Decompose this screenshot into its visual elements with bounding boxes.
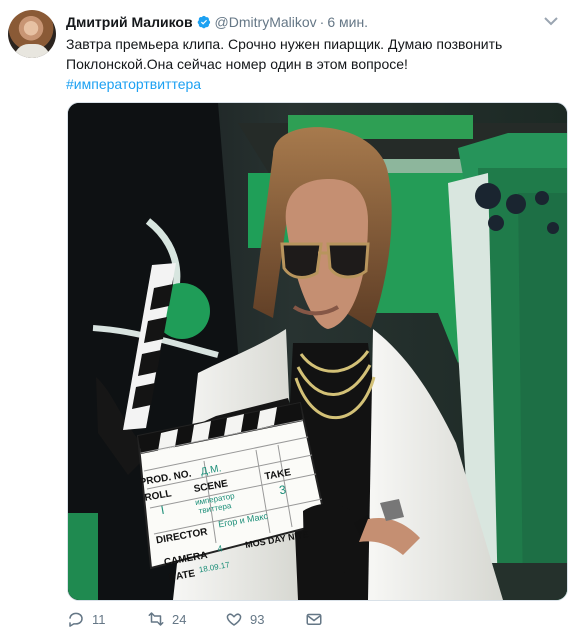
- tweet-photo[interactable]: PROD. NO. Д.М. ROLL SCENE TAKE I императ…: [67, 102, 568, 601]
- tweet-text: Завтра премьера клипа. Срочно нужен пиар…: [66, 34, 546, 94]
- heart-icon: [226, 613, 242, 626]
- retweet-button[interactable]: 24: [147, 610, 186, 628]
- author-avatar[interactable]: [8, 10, 56, 58]
- reply-icon: [69, 612, 83, 627]
- verified-badge-icon: [197, 15, 210, 29]
- chevron-down-icon[interactable]: [542, 12, 560, 30]
- photo-illustration: [68, 103, 567, 600]
- tweet-actions: 11 24 93: [67, 610, 327, 632]
- meta-separator: ·: [319, 14, 325, 30]
- reply-count: 11: [92, 611, 106, 627]
- tweet-header: Дмитрий Маликов @DmitryMalikov · 6 мин.: [66, 12, 566, 32]
- hashtag-link[interactable]: #императортвиттера: [66, 74, 546, 94]
- direct-message-button[interactable]: [305, 610, 323, 628]
- like-button[interactable]: 93: [225, 610, 264, 628]
- tweet-text-line: Поклонской.Она сейчас номер один в этом …: [66, 56, 408, 72]
- like-count: 93: [250, 611, 265, 627]
- tweet-text-line: Завтра премьера клипа. Срочно нужен пиар…: [66, 36, 503, 52]
- author-name[interactable]: Дмитрий Маликов: [66, 14, 193, 30]
- retweet-count: 24: [172, 611, 187, 627]
- reply-button[interactable]: 11: [67, 610, 106, 628]
- tweet-card: Дмитрий Маликов @DmitryMalikov · 6 мин. За…: [0, 0, 570, 635]
- envelope-icon: [306, 613, 322, 625]
- retweet-icon: [148, 612, 164, 626]
- author-handle[interactable]: @DmitryMalikov: [215, 14, 317, 30]
- tweet-timestamp[interactable]: 6 мин.: [327, 14, 368, 30]
